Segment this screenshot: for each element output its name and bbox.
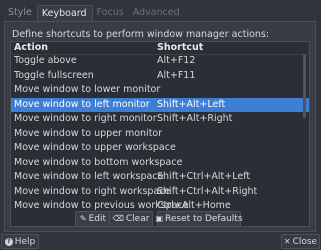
- tab-bar: Style Keyboard Focus Advanced: [4, 5, 185, 22]
- help-button[interactable]: ? Help: [1, 234, 39, 249]
- row-action: Toggle above: [14, 55, 77, 66]
- header-shortcut[interactable]: Shortcut: [157, 42, 203, 54]
- table-row[interactable]: Move window to right monitor Shift+Alt+R…: [11, 112, 309, 127]
- table-row[interactable]: Move window to left workspace Shift+Ctrl…: [11, 170, 309, 185]
- row-shortcut: Shift+Alt+Right: [157, 113, 233, 124]
- close-button[interactable]: ✕ Close: [281, 234, 320, 249]
- keyboard-panel: Define shortcuts to perform window manag…: [4, 21, 316, 232]
- close-icon: ✕: [283, 236, 291, 246]
- shortcut-list[interactable]: Action Shortcut Toggle above Alt+F12 Tog…: [10, 41, 310, 227]
- row-shortcut: Shift+Alt+Left: [157, 98, 226, 110]
- clear-button[interactable]: ⌫ Clear: [109, 211, 153, 227]
- tab-style[interactable]: Style: [4, 5, 37, 21]
- reset-defaults-button[interactable]: ▣ Reset to Defaults: [155, 211, 243, 227]
- tab-keyboard[interactable]: Keyboard: [36, 5, 93, 22]
- row-action: Toggle fullscreen: [14, 69, 94, 81]
- table-row[interactable]: Move window to upper monitor: [11, 127, 309, 142]
- row-shortcut: Alt+F11: [157, 69, 196, 81]
- reset-icon: ▣: [155, 214, 164, 223]
- row-action: Move window to bottom workspace: [14, 156, 183, 168]
- clear-label: Clear: [125, 214, 150, 224]
- row-shortcut: Alt+F12: [157, 55, 196, 66]
- table-row[interactable]: Move window to lower monitor: [11, 83, 309, 98]
- row-action: Move window to upper workspace: [14, 142, 176, 153]
- row-action: Move window to left workspace: [14, 171, 164, 182]
- pencil-icon: ✎: [79, 214, 87, 223]
- table-row[interactable]: Move window to right workspace Shift+Ctr…: [11, 185, 309, 200]
- list-rows: Toggle above Alt+F12 Toggle fullscreen A…: [11, 54, 309, 214]
- edit-label: Edit: [88, 214, 107, 224]
- row-action: Move window to lower monitor: [14, 84, 161, 95]
- action-button-bar: ✎ Edit ⌫ Clear ▣ Reset to Defaults: [5, 208, 315, 228]
- table-row-selected[interactable]: Move window to left monitor Shift+Alt+Le…: [11, 97, 309, 112]
- dialog-footer: ? Help ✕ Close: [0, 233, 321, 250]
- scrollbar-thumb[interactable]: [303, 54, 306, 118]
- row-shortcut: Shift+Ctrl+Alt+Left: [157, 171, 251, 182]
- row-action: Move window to right monitor: [14, 113, 157, 124]
- header-action[interactable]: Action: [14, 42, 48, 54]
- help-icon: ?: [4, 237, 13, 246]
- reset-label: Reset to Defaults: [165, 214, 243, 224]
- table-row[interactable]: Move window to upper workspace: [11, 141, 309, 156]
- row-action: Move window to right workspace: [14, 185, 171, 197]
- row-action: Move window to upper monitor: [14, 127, 163, 139]
- tab-advanced[interactable]: Advanced: [129, 5, 185, 21]
- description-label: Define shortcuts to perform window manag…: [12, 29, 270, 40]
- clear-icon: ⌫: [112, 214, 124, 223]
- row-shortcut: Shift+Ctrl+Alt+Right: [157, 185, 258, 197]
- help-label: Help: [14, 236, 36, 247]
- close-label: Close: [292, 236, 318, 247]
- table-row[interactable]: Toggle fullscreen Alt+F11: [11, 69, 309, 84]
- table-row[interactable]: Move window to bottom workspace: [11, 156, 309, 171]
- table-row[interactable]: Toggle above Alt+F12: [11, 54, 309, 69]
- row-action: Move window to left monitor: [14, 98, 150, 110]
- tab-focus[interactable]: Focus: [93, 5, 129, 21]
- edit-button[interactable]: ✎ Edit: [75, 211, 111, 227]
